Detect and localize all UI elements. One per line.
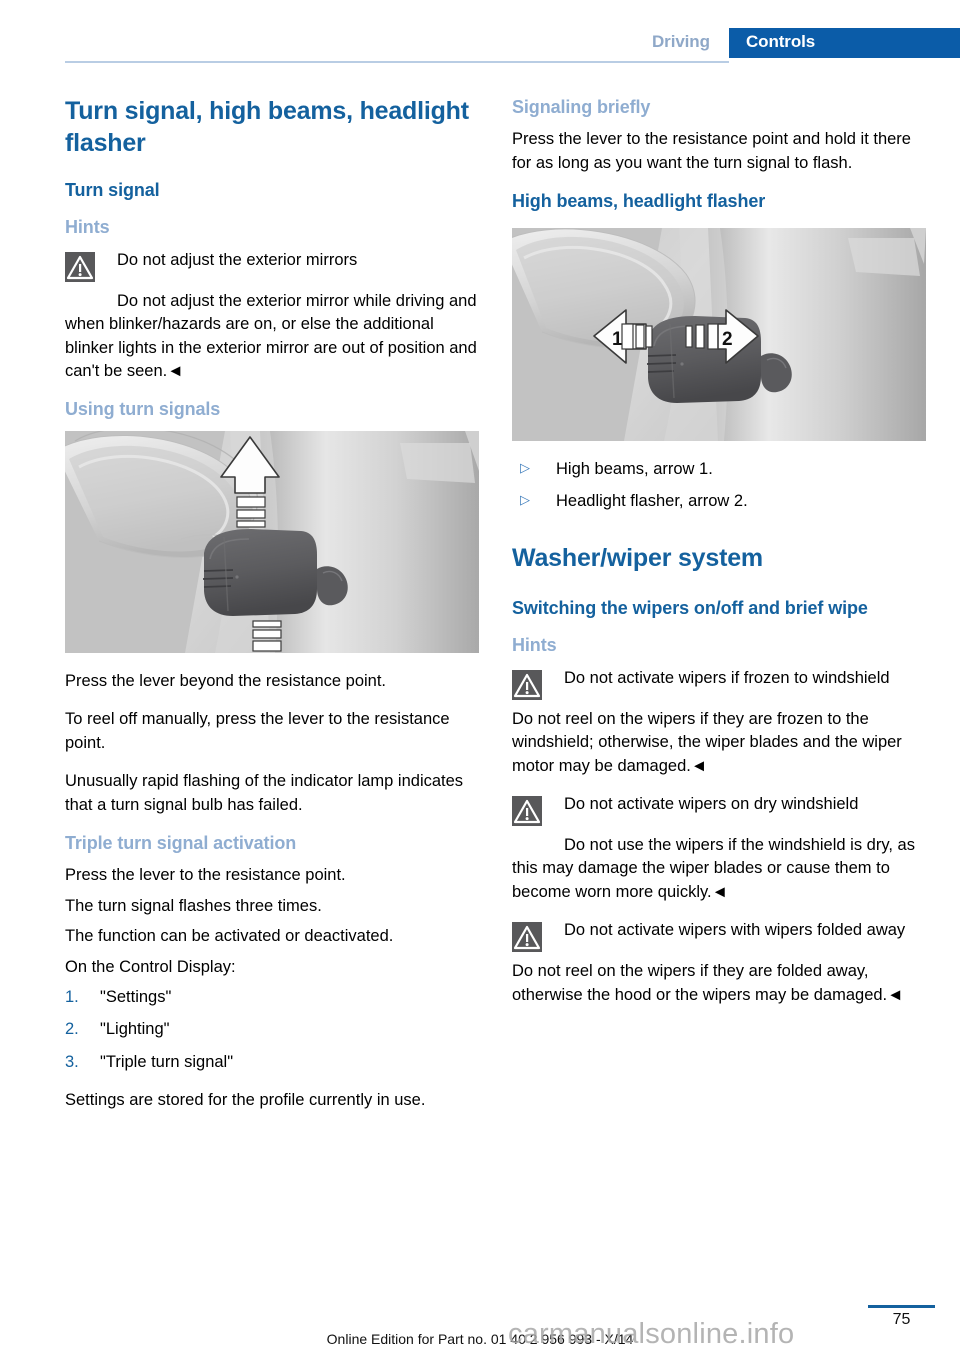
warning-title-folded: Do not activate wipers with wipers folde… xyxy=(564,921,906,940)
section-title-washer-wiper: Washer/wiper system xyxy=(512,544,763,573)
paragraph-press-lever: Press the lever beyond the resistance po… xyxy=(65,671,387,690)
warning-triangle-icon xyxy=(512,669,542,700)
warning-body-frozen: Do not reel on the wipers if they are fr… xyxy=(512,709,902,775)
bullet-label: High beams, arrow 1. xyxy=(556,459,713,478)
heading-using-turn-signals: Using turn signals xyxy=(65,399,221,420)
header-divider-rule xyxy=(65,61,729,63)
list-item: 1. "Settings" xyxy=(65,986,479,1009)
step-number: 1. xyxy=(65,988,79,1007)
paragraph-signaling-briefly: Press the lever to the resistance point … xyxy=(512,130,911,172)
heading-switching-wipers: Switching the wipers on/off and brief wi… xyxy=(512,597,868,618)
header-section-label: Controls xyxy=(746,32,816,51)
warning-body-dry: Do not use the wipers if the windshield … xyxy=(512,834,926,904)
warning-block-dry: Do not activate wipers on dry windshield xyxy=(512,793,926,827)
warning-block-folded: Do not activate wipers with wipers folde… xyxy=(512,919,926,953)
warning-body-dry-lead: Do not use the wipers if the windshield … xyxy=(564,836,863,855)
step-number: 3. xyxy=(65,1052,79,1071)
paragraph-triple-flashes: The turn signal flashes three times. xyxy=(65,896,322,915)
header-chapter-label: Driving xyxy=(652,32,710,51)
warning-body-mirrors: Do not adjust the exterior mirror while … xyxy=(65,291,477,381)
triangle-bullet-icon: ▷ xyxy=(520,459,530,475)
high-beam-bullets: ▷ High beams, arrow 1. ▷ Headlight flash… xyxy=(512,458,926,514)
warning-title-dry: Do not activate wipers on dry windshield xyxy=(564,795,859,814)
list-item: ▷ High beams, arrow 1. xyxy=(512,458,926,481)
page-number: 75 xyxy=(892,1311,911,1328)
figure-turn-signal-lever xyxy=(65,430,479,653)
paragraph-control-display: On the Control Display: xyxy=(65,957,236,976)
svg-text:2: 2 xyxy=(722,329,733,350)
paragraph-settings-stored: Settings are stored for the profile curr… xyxy=(65,1091,426,1110)
svg-text:1: 1 xyxy=(612,329,623,350)
page-number-rule xyxy=(868,1305,935,1308)
control-display-steps: 1. "Settings" 2. "Lighting" 3. "Triple t… xyxy=(65,986,479,1074)
warning-triangle-icon xyxy=(65,251,95,282)
list-item: 2. "Lighting" xyxy=(65,1018,479,1041)
warning-title-mirrors: Do not adjust the exterior mirrors xyxy=(117,250,358,269)
right-column: Signaling briefly Press the lever to the… xyxy=(512,96,926,1007)
left-column: Turn signal, high beams, headlight flash… xyxy=(65,96,479,1113)
warning-block-mirrors: Do not adjust the exterior mirrors xyxy=(65,249,479,283)
heading-turn-signal: Turn signal xyxy=(65,180,160,200)
paragraph-rapid-flashing: Unusually rapid flashing of the indicato… xyxy=(65,772,464,814)
warning-title-frozen: Do not activate wipers if frozen to wind… xyxy=(564,668,890,687)
step-number: 2. xyxy=(65,1020,79,1039)
watermark-text: carmanualsonline.info xyxy=(508,1318,795,1350)
warning-block-frozen: Do not activate wipers if frozen to wind… xyxy=(512,667,926,701)
figure-high-beam-lever: 1 2 xyxy=(512,227,926,441)
list-item: 3. "Triple turn signal" xyxy=(65,1051,479,1074)
triangle-bullet-icon: ▷ xyxy=(520,492,530,508)
paragraph-reel-off: To reel off manually, press the lever to… xyxy=(65,710,450,752)
heading-triple-turn-signal: Triple turn signal activation xyxy=(65,832,297,853)
heading-hints-right: Hints xyxy=(512,635,557,656)
paragraph-triple-press: Press the lever to the resistance point. xyxy=(65,866,346,885)
footer-edition-note: Online Edition for Part no. 01 40 2 956 … xyxy=(326,1331,634,1347)
list-item: ▷ Headlight flasher, arrow 2. xyxy=(512,490,926,513)
warning-triangle-icon xyxy=(512,922,542,953)
bullet-label: Headlight flasher, arrow 2. xyxy=(556,492,748,511)
warning-body-folded: Do not reel on the wipers if they are fo… xyxy=(512,962,904,1004)
heading-hints-left: Hints xyxy=(65,217,110,238)
step-label: "Lighting" xyxy=(100,1020,170,1039)
warning-triangle-icon xyxy=(512,796,542,827)
step-label: "Settings" xyxy=(100,988,172,1007)
heading-high-beams: High beams, headlight flasher xyxy=(512,191,766,212)
heading-signaling-briefly: Signaling briefly xyxy=(512,97,651,117)
step-label: "Triple turn signal" xyxy=(100,1052,234,1071)
page-header: Driving Controls xyxy=(0,0,960,63)
page-title: Turn signal, high beams, headlight flash… xyxy=(65,97,469,157)
paragraph-triple-activate: The function can be activated or deactiv… xyxy=(65,927,394,946)
